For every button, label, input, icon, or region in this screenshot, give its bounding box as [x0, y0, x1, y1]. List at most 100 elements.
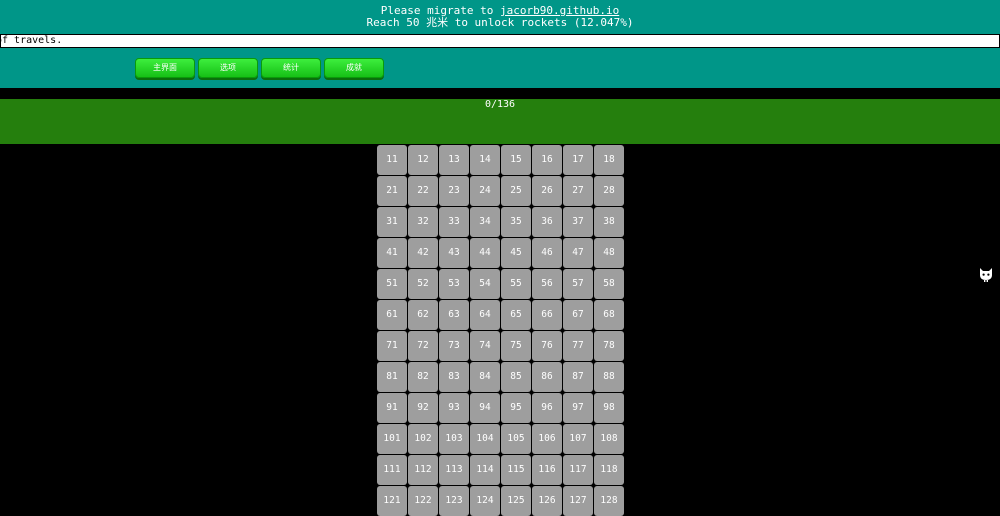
achievement-tile[interactable]: 105	[501, 424, 531, 454]
achievement-tile[interactable]: 76	[532, 331, 562, 361]
achievement-tile[interactable]: 27	[563, 176, 593, 206]
achievement-tile[interactable]: 107	[563, 424, 593, 454]
achievement-tile[interactable]: 83	[439, 362, 469, 392]
achievement-tile[interactable]: 116	[532, 455, 562, 485]
achievement-tile[interactable]: 17	[563, 145, 593, 175]
achievement-tile[interactable]: 28	[594, 176, 624, 206]
achievement-tile[interactable]: 111	[377, 455, 407, 485]
achievement-tile[interactable]: 113	[439, 455, 469, 485]
achievement-tile[interactable]: 56	[532, 269, 562, 299]
achievement-tile[interactable]: 112	[408, 455, 438, 485]
tab-options[interactable]: 选项	[198, 58, 258, 78]
achievement-tile[interactable]: 124	[470, 486, 500, 516]
achievement-tile[interactable]: 61	[377, 300, 407, 330]
achievement-tile[interactable]: 93	[439, 393, 469, 423]
achievement-tile[interactable]: 18	[594, 145, 624, 175]
achievement-tile[interactable]: 98	[594, 393, 624, 423]
achievement-tile[interactable]: 64	[470, 300, 500, 330]
achievement-tile[interactable]: 38	[594, 207, 624, 237]
achievement-tile[interactable]: 101	[377, 424, 407, 454]
achievement-tile[interactable]: 41	[377, 238, 407, 268]
achievement-tile[interactable]: 84	[470, 362, 500, 392]
achievement-tile[interactable]: 77	[563, 331, 593, 361]
achievement-tile[interactable]: 125	[501, 486, 531, 516]
achievement-tile[interactable]: 46	[532, 238, 562, 268]
achievement-tile[interactable]: 118	[594, 455, 624, 485]
achievement-tile[interactable]: 31	[377, 207, 407, 237]
achievement-tile[interactable]: 23	[439, 176, 469, 206]
achievement-tile[interactable]: 114	[470, 455, 500, 485]
achievement-tile[interactable]: 97	[563, 393, 593, 423]
achievement-tile[interactable]: 16	[532, 145, 562, 175]
achievement-tile[interactable]: 22	[408, 176, 438, 206]
achievement-tile[interactable]: 11	[377, 145, 407, 175]
achievement-tile[interactable]: 67	[563, 300, 593, 330]
achievement-tile[interactable]: 53	[439, 269, 469, 299]
achievement-tile[interactable]: 123	[439, 486, 469, 516]
achievement-tile[interactable]: 78	[594, 331, 624, 361]
achievement-tile[interactable]: 95	[501, 393, 531, 423]
achievement-tile[interactable]: 58	[594, 269, 624, 299]
achievement-tile[interactable]: 44	[470, 238, 500, 268]
achievement-tile[interactable]: 21	[377, 176, 407, 206]
achievement-tile[interactable]: 127	[563, 486, 593, 516]
achievement-tile[interactable]: 37	[563, 207, 593, 237]
achievement-tile[interactable]: 108	[594, 424, 624, 454]
achievement-tile[interactable]: 48	[594, 238, 624, 268]
achievement-tile[interactable]: 12	[408, 145, 438, 175]
achievement-tile[interactable]: 33	[439, 207, 469, 237]
achievement-tile[interactable]: 128	[594, 486, 624, 516]
achievement-tile[interactable]: 25	[501, 176, 531, 206]
achievement-tile[interactable]: 15	[501, 145, 531, 175]
achievement-tile[interactable]: 96	[532, 393, 562, 423]
achievement-tile[interactable]: 75	[501, 331, 531, 361]
achievement-tile[interactable]: 86	[532, 362, 562, 392]
achievement-tile[interactable]: 14	[470, 145, 500, 175]
achievement-tile[interactable]: 54	[470, 269, 500, 299]
achievement-tile[interactable]: 82	[408, 362, 438, 392]
achievement-tile[interactable]: 72	[408, 331, 438, 361]
achievement-tile[interactable]: 94	[470, 393, 500, 423]
achievement-tile[interactable]: 74	[470, 331, 500, 361]
achievement-tile[interactable]: 45	[501, 238, 531, 268]
achievement-tile[interactable]: 122	[408, 486, 438, 516]
achievement-tile[interactable]: 57	[563, 269, 593, 299]
achievement-tile[interactable]: 92	[408, 393, 438, 423]
achievement-tile[interactable]: 88	[594, 362, 624, 392]
achievement-tile[interactable]: 65	[501, 300, 531, 330]
achievement-tile[interactable]: 66	[532, 300, 562, 330]
tab-statistics[interactable]: 统计	[261, 58, 321, 78]
achievement-tile[interactable]: 52	[408, 269, 438, 299]
achievement-tile[interactable]: 71	[377, 331, 407, 361]
achievement-tile[interactable]: 63	[439, 300, 469, 330]
achievement-tile[interactable]: 104	[470, 424, 500, 454]
achievement-tile[interactable]: 26	[532, 176, 562, 206]
achievement-tile[interactable]: 81	[377, 362, 407, 392]
achievement-tile[interactable]: 126	[532, 486, 562, 516]
achievement-tile[interactable]: 51	[377, 269, 407, 299]
tab-main[interactable]: 主界面	[135, 58, 195, 78]
achievement-tile[interactable]: 106	[532, 424, 562, 454]
achievement-tile[interactable]: 35	[501, 207, 531, 237]
achievement-tile[interactable]: 117	[563, 455, 593, 485]
achievement-tile[interactable]: 36	[532, 207, 562, 237]
achievement-tile[interactable]: 73	[439, 331, 469, 361]
achievement-tile[interactable]: 102	[408, 424, 438, 454]
achievement-tile[interactable]: 32	[408, 207, 438, 237]
achievement-tile[interactable]: 34	[470, 207, 500, 237]
achievement-tile[interactable]: 43	[439, 238, 469, 268]
github-cat-icon[interactable]	[978, 266, 994, 282]
achievement-tile[interactable]: 24	[470, 176, 500, 206]
achievement-tile[interactable]: 13	[439, 145, 469, 175]
achievement-tile[interactable]: 42	[408, 238, 438, 268]
achievement-tile[interactable]: 87	[563, 362, 593, 392]
achievement-tile[interactable]: 91	[377, 393, 407, 423]
achievement-tile[interactable]: 68	[594, 300, 624, 330]
achievement-tile[interactable]: 55	[501, 269, 531, 299]
achievement-tile[interactable]: 47	[563, 238, 593, 268]
achievement-tile[interactable]: 121	[377, 486, 407, 516]
achievement-tile[interactable]: 85	[501, 362, 531, 392]
achievement-tile[interactable]: 62	[408, 300, 438, 330]
achievement-tile[interactable]: 103	[439, 424, 469, 454]
tab-achievements[interactable]: 成就	[324, 58, 384, 78]
